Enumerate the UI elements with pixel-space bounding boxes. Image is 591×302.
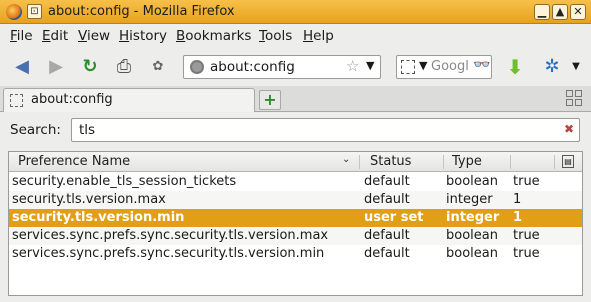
column-separator[interactable] — [443, 155, 444, 169]
table-header: Preference Name ⌄ Status Type ▤ — [9, 152, 582, 172]
column-separator[interactable] — [554, 155, 555, 169]
cell-preference-name: security.tls.version.max — [12, 192, 166, 207]
cell-status: default — [364, 246, 410, 261]
search-go-icon[interactable]: 👓 — [473, 57, 490, 73]
table-row[interactable]: security.tls.version.max default integer 1 — [9, 191, 582, 209]
search-value: tls — [79, 122, 96, 138]
tab-about-config[interactable]: about:config — [3, 88, 255, 112]
column-picker-icon[interactable]: ▤ — [562, 155, 574, 168]
cell-type: integer — [446, 192, 493, 207]
close-icon[interactable]: ✕ — [570, 4, 586, 20]
table-row[interactable]: security.enable_tls_session_tickets defau… — [9, 173, 582, 191]
menu-tools[interactable]: Tools — [259, 28, 292, 44]
minimize-icon[interactable]: ▁ — [534, 4, 550, 20]
table-row[interactable]: services.sync.prefs.sync.security.tls.ve… — [9, 227, 582, 245]
menu-bar: File Edit View History Bookmarks Tools H… — [0, 24, 591, 48]
extension-icon[interactable]: ✿ — [146, 56, 170, 78]
cell-value: 1 — [513, 192, 522, 207]
engine-dropdown-icon[interactable]: ▼ — [419, 59, 427, 72]
cell-preference-name: services.sync.prefs.sync.security.tls.ve… — [12, 246, 325, 261]
window-menu-icon[interactable]: ⊡ — [27, 4, 42, 19]
reload-icon[interactable]: ↻ — [78, 56, 102, 78]
cell-status: default — [364, 228, 410, 243]
window-title: about:config - Mozilla Firefox — [48, 4, 235, 19]
download-icon[interactable]: ⬇ — [503, 56, 527, 78]
tab-bar: about:config + — [0, 86, 591, 112]
navigation-toolbar: ◀ ▶ ↻ ⎙ ✿ about:config ☆ ▼ ▼ Googl 👓 ⬇ ✲… — [0, 48, 591, 86]
cell-preference-name: security.tls.version.min — [12, 210, 185, 225]
forward-icon[interactable]: ▶ — [44, 56, 68, 78]
tab-groups-icon[interactable] — [566, 90, 584, 108]
column-type[interactable]: Type — [452, 154, 482, 169]
network-icon[interactable]: ✲ — [540, 56, 564, 78]
search-input[interactable]: tls ✖ — [71, 118, 580, 142]
column-separator[interactable] — [359, 155, 360, 169]
menu-view[interactable]: View — [78, 28, 110, 44]
print-icon[interactable]: ⎙ — [112, 56, 136, 78]
cell-value: true — [513, 246, 540, 261]
search-placeholder: Googl — [431, 59, 469, 74]
cell-type: boolean — [446, 174, 498, 189]
search-bar[interactable]: ▼ Googl 👓 — [396, 55, 492, 79]
cell-preference-name: services.sync.prefs.sync.security.tls.ve… — [12, 228, 329, 243]
cell-value: 1 — [513, 210, 523, 225]
clear-search-icon[interactable]: ✖ — [564, 122, 574, 136]
sort-descending-icon[interactable]: ⌄ — [342, 154, 350, 165]
config-page: Search: tls ✖ Preference Name ⌄ Status T… — [0, 112, 591, 302]
maximize-icon[interactable]: ▲ — [552, 4, 568, 20]
cell-value: true — [513, 174, 540, 189]
menu-bookmarks[interactable]: Bookmarks — [176, 28, 251, 44]
cell-value: true — [513, 228, 540, 243]
search-label: Search: — [10, 122, 61, 138]
firefox-icon[interactable] — [6, 4, 22, 20]
title-bar: ⊡ about:config - Mozilla Firefox ▁ ▲ ✕ — [0, 0, 591, 24]
column-status[interactable]: Status — [370, 154, 411, 169]
cell-status: default — [364, 192, 410, 207]
url-bar[interactable]: about:config ☆ ▼ — [183, 55, 381, 79]
tab-favicon-icon — [10, 94, 23, 107]
table-row[interactable]: services.sync.prefs.sync.security.tls.ve… — [9, 245, 582, 263]
tab-label: about:config — [31, 92, 113, 107]
cell-type: boolean — [446, 228, 498, 243]
url-dropdown-icon[interactable]: ▼ — [366, 59, 374, 72]
new-tab-button[interactable]: + — [259, 90, 281, 110]
menu-help[interactable]: Help — [303, 28, 334, 44]
bookmark-star-icon[interactable]: ☆ — [346, 57, 359, 75]
table-row[interactable]: security.tls.version.min user set integer 1 — [9, 209, 582, 227]
back-icon[interactable]: ◀ — [10, 56, 34, 78]
globe-icon — [190, 60, 204, 74]
column-separator[interactable] — [510, 155, 511, 169]
preferences-table[interactable]: Preference Name ⌄ Status Type ▤ security… — [8, 151, 583, 296]
cell-type: integer — [446, 210, 500, 225]
cell-status: user set — [364, 210, 424, 225]
search-engine-icon[interactable] — [401, 60, 415, 74]
menu-file[interactable]: File — [10, 28, 33, 44]
url-text: about:config — [210, 59, 295, 75]
cell-type: boolean — [446, 246, 498, 261]
menu-history[interactable]: History — [119, 28, 167, 44]
column-preference-name[interactable]: Preference Name — [18, 154, 130, 169]
menu-edit[interactable]: Edit — [42, 28, 68, 44]
network-dropdown-icon[interactable]: ▼ — [564, 56, 588, 78]
cell-status: default — [364, 174, 410, 189]
cell-preference-name: security.enable_tls_session_tickets — [12, 174, 237, 189]
